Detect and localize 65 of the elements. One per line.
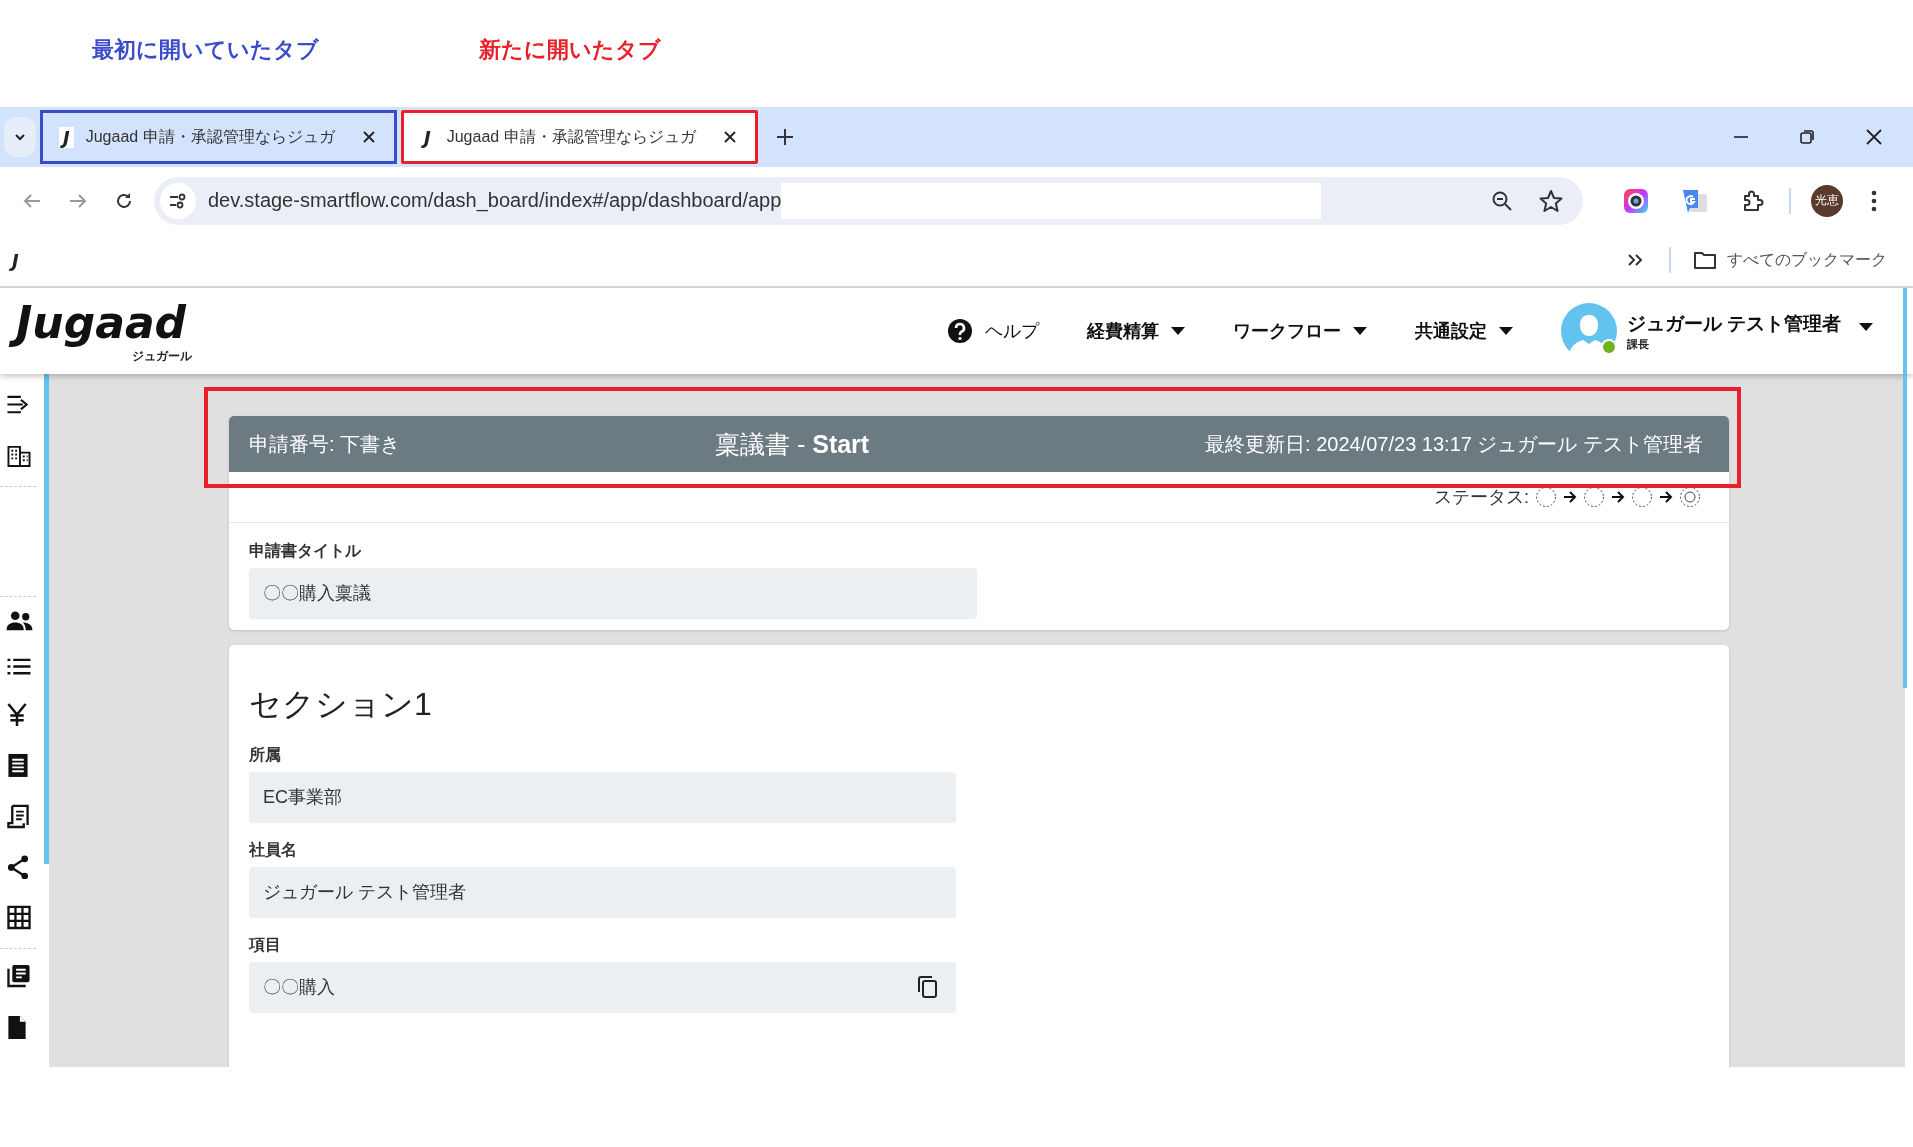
camera-extension-icon[interactable] (1623, 187, 1649, 214)
browser-tab[interactable]: J Jugaad 申請・承認管理ならジュガ (40, 110, 397, 164)
list-icon[interactable] (6, 656, 32, 676)
profile-avatar[interactable]: 光恵 (1811, 184, 1843, 217)
status-label: ステータス: (1434, 486, 1529, 509)
close-icon[interactable] (362, 130, 376, 144)
scrollbar-thumb[interactable] (1903, 288, 1907, 688)
annotation-label: 最初に開いていたタブ (92, 35, 319, 64)
building-icon[interactable] (6, 445, 32, 469)
close-icon[interactable] (723, 130, 737, 144)
help-link[interactable]: ヘルプ (946, 318, 1039, 344)
favicon: J (59, 126, 74, 148)
field-label: 社員名 (249, 840, 298, 860)
folder-icon (1693, 250, 1717, 270)
help-icon (946, 318, 973, 344)
field-label: 項目 (249, 935, 282, 955)
yen-icon[interactable] (6, 701, 28, 727)
address-bar[interactable]: dev.stage-smartflow.com/dash_board/index#/app/dashboard/app (154, 176, 1583, 225)
caret-icon (1859, 323, 1873, 331)
receipt-icon[interactable] (6, 752, 30, 778)
menu-icon[interactable] (1871, 189, 1877, 212)
text-field[interactable]: ジュガール テスト管理者 (249, 867, 956, 917)
extensions-icon[interactable] (1741, 188, 1765, 213)
caret-icon (1498, 327, 1513, 335)
restore-icon[interactable] (1799, 129, 1815, 145)
user-menu[interactable]: ジュガール テスト管理者 課長 (1560, 303, 1873, 359)
tab-title: Jugaad 申請・承認管理ならジュガ (446, 126, 698, 147)
title-field[interactable]: 〇〇購入稟議 (249, 568, 977, 618)
section-heading: セクション1 (249, 685, 433, 724)
nav-menu[interactable]: ワークフロー (1232, 319, 1367, 343)
annotation-label: 新たに開いたタブ (479, 35, 661, 64)
grid-icon[interactable] (6, 905, 32, 931)
zoom-out-icon[interactable] (1491, 189, 1513, 212)
bookmark-star-icon[interactable] (1539, 188, 1563, 213)
nav-menu[interactable]: 経費精算 (1086, 319, 1185, 343)
people-icon[interactable] (6, 611, 34, 631)
url-text: dev.stage-smartflow.com/dash_board/index#/app/dashboard/app (208, 189, 782, 212)
form-title: 稟議書 - Start (715, 428, 870, 460)
text-field[interactable]: EC事業部 (249, 772, 956, 822)
arrow-icon (1611, 491, 1625, 503)
file-icon[interactable] (6, 1014, 28, 1042)
close-icon[interactable] (1865, 128, 1883, 146)
document-icon[interactable] (6, 803, 30, 829)
nav-menu[interactable]: 共通設定 (1414, 319, 1513, 343)
copy-icon[interactable] (918, 976, 938, 998)
tab-title: Jugaad 申請・承認管理ならジュガ (85, 126, 337, 147)
more-bookmarks-icon[interactable] (1627, 253, 1643, 267)
caret-icon (1352, 327, 1367, 335)
share-icon[interactable] (6, 854, 30, 880)
scrollbar-thumb[interactable] (44, 374, 49, 864)
logo[interactable]: Jugaad ジュガール (0, 296, 201, 366)
text-field[interactable]: 〇〇購入 (249, 962, 956, 1012)
arrow-icon (1659, 491, 1673, 503)
application-number: 申請番号: 下書き (249, 431, 402, 457)
browser-tab[interactable]: J Jugaad 申請・承認管理ならジュガ (401, 110, 758, 164)
field-label: 申請書タイトル (249, 541, 362, 561)
site-info-icon[interactable] (160, 182, 196, 219)
last-updated: 最終更新日: 2024/07/23 13:17 ジュガール テスト管理者 (1204, 431, 1703, 457)
library-icon[interactable] (6, 963, 32, 989)
new-tab-icon[interactable] (776, 128, 794, 146)
all-bookmarks-button[interactable]: すべてのブックマーク (1693, 249, 1887, 271)
field-label: 所属 (249, 745, 282, 765)
expand-menu-icon[interactable] (6, 394, 30, 416)
arrow-icon (1563, 491, 1577, 503)
caret-icon (1170, 327, 1185, 335)
